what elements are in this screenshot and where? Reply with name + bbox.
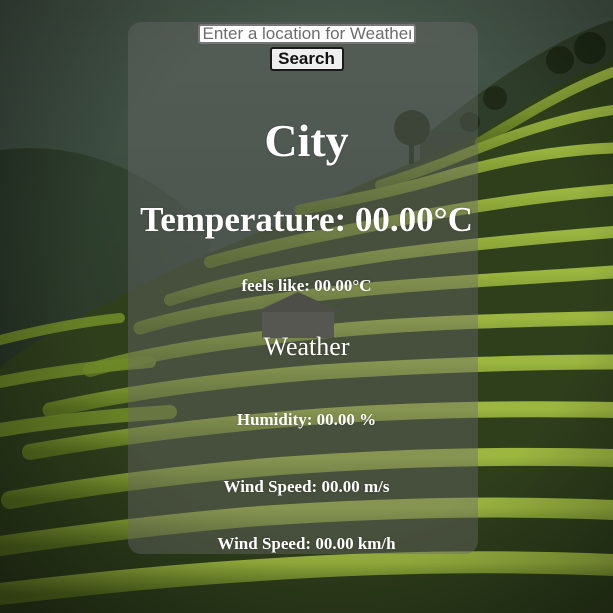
wind-speed-kmh-value: Wind Speed: 00.00 km/h [217,534,396,553]
wind-speed-ms-value: Wind Speed: 00.00 m/s [223,477,390,496]
humidity-value: Humidity: 00.00 % [236,410,377,429]
search-button[interactable]: Search [269,47,344,71]
search-form: Search [0,24,613,71]
city-name: City [264,115,349,166]
weather-description: Weather [263,332,350,361]
feels-like-value: feels like: 00.00°C [241,276,372,295]
temperature-value: Temperature: 00.00°C [140,200,473,239]
location-search-input[interactable] [197,24,416,44]
